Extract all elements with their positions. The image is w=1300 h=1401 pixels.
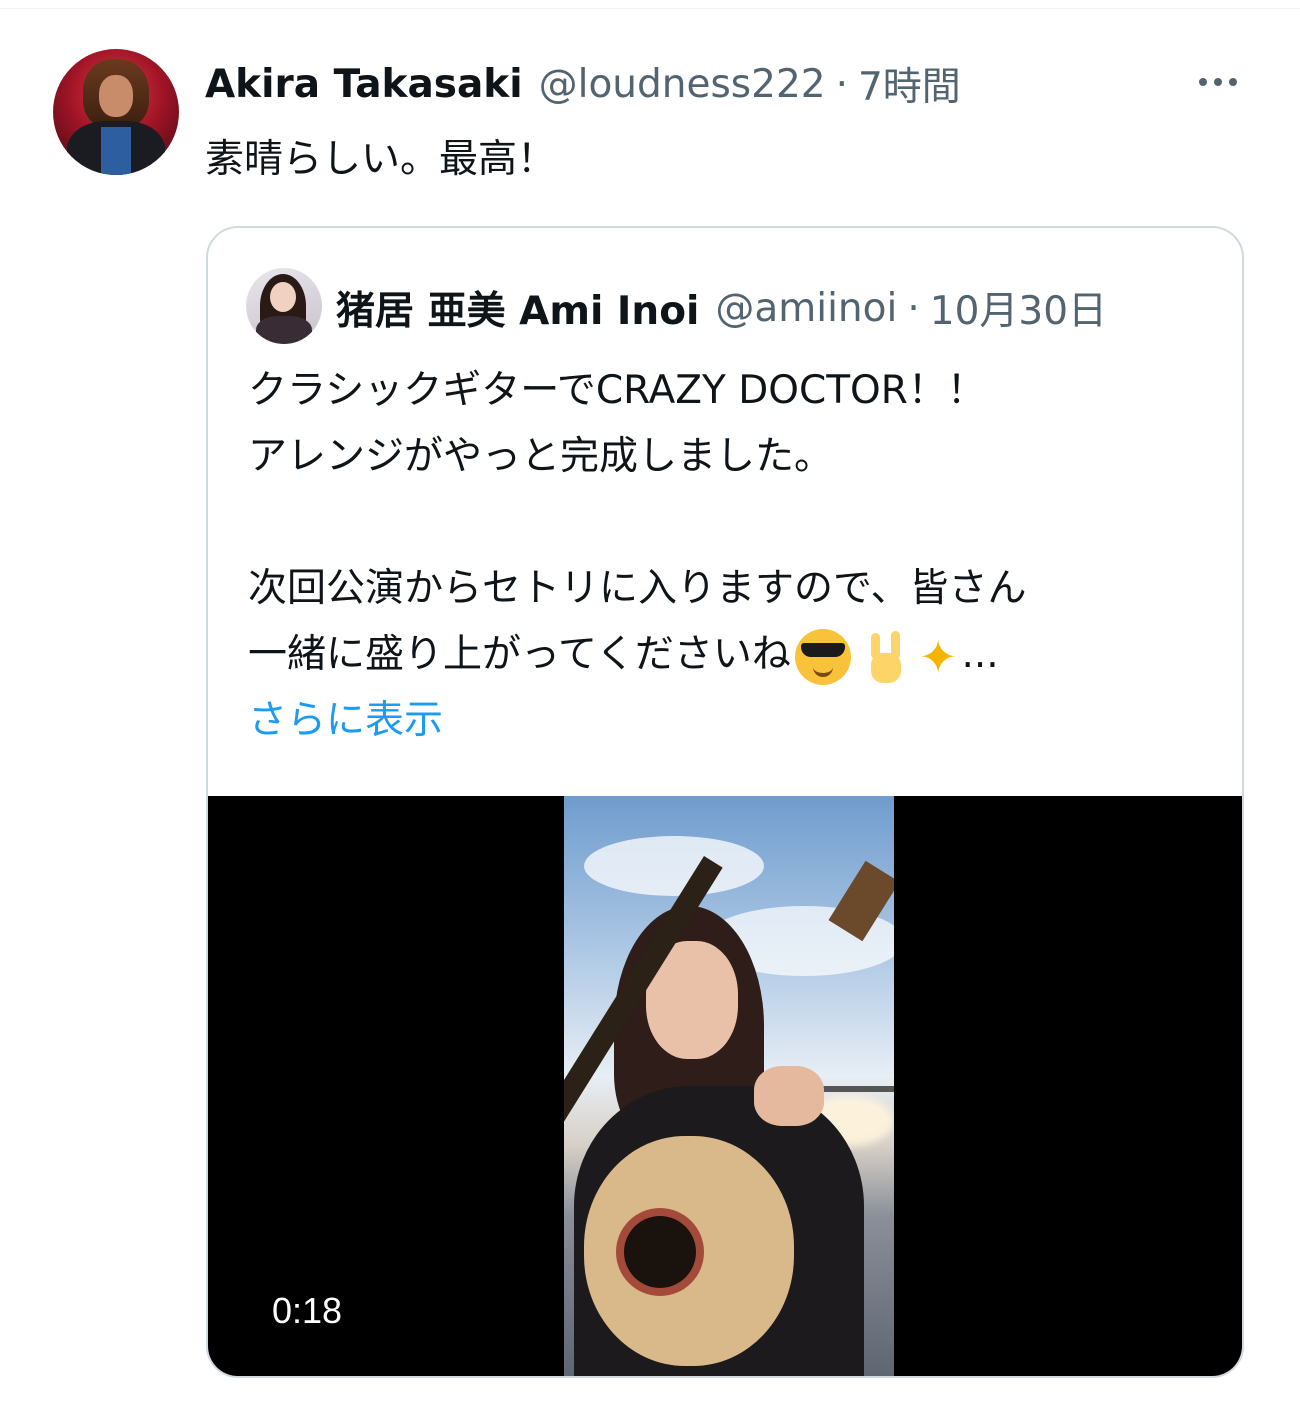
- tweet-header: Akira Takasaki @loudness222 · 7時間: [205, 56, 961, 112]
- more-horizontal-icon: [1214, 78, 1222, 86]
- more-horizontal-icon: [1229, 78, 1237, 86]
- video-duration: 0:18: [272, 1290, 343, 1331]
- avatar-shirt: [101, 127, 131, 175]
- tweet-timestamp[interactable]: 7時間: [858, 56, 961, 112]
- quoted-author-avatar[interactable]: [246, 268, 322, 344]
- guitar-soundhole: [624, 1216, 696, 1288]
- top-divider: [0, 8, 1300, 9]
- author-avatar[interactable]: [53, 49, 179, 175]
- text-line-with-emoji: 一緒に盛り上がってくださいね ✦...: [248, 622, 1026, 688]
- quoted-author-handle[interactable]: @amiinoi: [715, 286, 897, 331]
- video-thumbnail: [564, 796, 894, 1376]
- avatar-face: [99, 75, 133, 117]
- author-handle[interactable]: @loudness222: [539, 62, 826, 107]
- sign-of-the-horns-icon: [863, 629, 907, 685]
- author-display-name[interactable]: Akira Takasaki: [205, 62, 523, 107]
- text-line: 次回公演からセトリに入りますので、皆さん: [248, 566, 1027, 611]
- avatar-body: [256, 316, 312, 344]
- cloud-shape: [584, 836, 764, 896]
- video-player[interactable]: 0:18: [208, 796, 1242, 1376]
- quoted-author-display-name[interactable]: 猪居 亜美 Ami Inoi: [336, 280, 699, 336]
- quoted-tweet-text: クラシックギターでCRAZY DOCTOR！！ アレンジがやっと完成しました。 …: [248, 358, 1026, 754]
- sparkles-icon: ✦: [918, 629, 958, 684]
- more-horizontal-icon: [1199, 78, 1207, 86]
- show-more-link[interactable]: さらに表示: [248, 688, 1026, 754]
- text-line: アレンジがやっと完成しました。: [248, 434, 834, 479]
- more-options-button[interactable]: [1188, 60, 1248, 104]
- performer-hand: [754, 1066, 824, 1126]
- header-separator: ·: [835, 61, 848, 107]
- text-line: 一緒に盛り上がってくださいね: [248, 632, 791, 677]
- smiling-face-with-sunglasses-icon: [794, 628, 851, 685]
- tweet-text: 素晴らしい。最高！: [205, 137, 557, 182]
- text-line: クラシックギターでCRAZY DOCTOR！！: [248, 368, 986, 413]
- quoted-tweet-date[interactable]: 10月30日: [930, 280, 1107, 336]
- avatar-face: [270, 282, 296, 312]
- ellipsis: ...: [961, 632, 999, 677]
- quoted-tweet-header: 猪居 亜美 Ami Inoi @amiinoi · 10月30日: [336, 280, 1107, 336]
- header-separator: ·: [907, 285, 920, 331]
- quoted-tweet-card[interactable]: 猪居 亜美 Ami Inoi @amiinoi · 10月30日 クラシックギタ…: [206, 226, 1244, 1378]
